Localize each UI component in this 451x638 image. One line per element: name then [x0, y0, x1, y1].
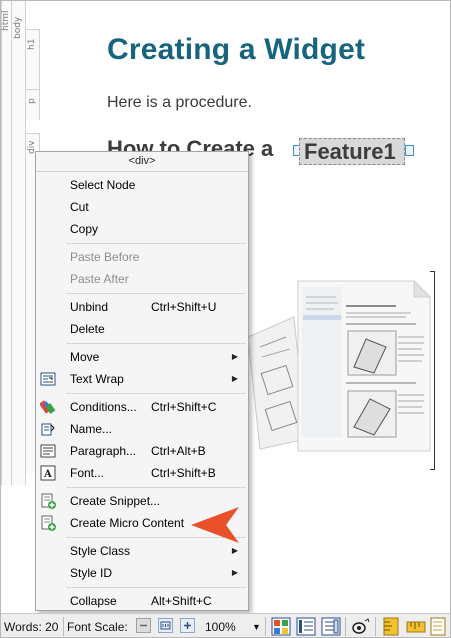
status-bar: Words: 20 Font Scale: 100% ▼: [1, 613, 450, 637]
structure-bar-p-label: p: [27, 98, 37, 104]
status-separator: [345, 617, 346, 636]
menu-item-conditions[interactable]: Conditions... Ctrl+Shift+C: [36, 396, 248, 418]
svg-text:A: A: [43, 469, 52, 480]
menu-label: Create Snippet...: [70, 494, 161, 508]
menu-item-cut[interactable]: Cut: [36, 196, 248, 218]
submenu-arrow-icon: ▶: [231, 568, 238, 577]
variable-feature1[interactable]: Feature1: [299, 138, 405, 165]
menu-label: Paste After: [70, 272, 129, 286]
menu-label: Paragraph...: [70, 444, 137, 458]
create-snippet-icon: [41, 493, 56, 509]
menu-shortcut: Ctrl+Alt+B: [151, 444, 206, 458]
menu-separator: [66, 487, 246, 488]
menu-label: Create Micro Content: [70, 516, 185, 530]
font-scale-increase-button[interactable]: [180, 618, 195, 633]
horizontal-ruler-icon[interactable]: [406, 617, 426, 636]
editor-window: html body h1 p div Creating a Widget Her…: [0, 0, 451, 638]
text-wrap-icon: [40, 372, 56, 386]
context-menu-header: <div>: [36, 152, 248, 172]
menu-label: Unbind: [70, 300, 109, 314]
status-separator: [63, 617, 64, 636]
status-separator: [375, 617, 376, 636]
variable-end-tag[interactable]: [405, 145, 414, 156]
menu-item-move[interactable]: Move ▶: [36, 346, 248, 368]
submenu-arrow-icon: ▶: [231, 352, 238, 361]
menu-item-copy[interactable]: Copy: [36, 218, 248, 240]
menu-item-paste-after: Paste After: [36, 268, 248, 290]
menu-label: Name...: [70, 422, 113, 436]
font-scale-decrease-button[interactable]: [136, 618, 151, 633]
menu-item-paragraph[interactable]: Paragraph... Ctrl+Alt+B: [36, 440, 248, 462]
font-icon: A: [40, 465, 56, 481]
menu-item-text-wrap[interactable]: Text Wrap ▶: [36, 368, 248, 390]
font-scale-label: Font Scale:: [67, 620, 128, 634]
menu-label: Conditions...: [70, 400, 137, 414]
plus-icon: [184, 622, 191, 629]
menu-item-font[interactable]: A Font... Ctrl+Shift+B: [36, 462, 248, 484]
menu-label: Text Wrap: [70, 372, 124, 386]
submenu-arrow-icon: ▶: [231, 374, 238, 383]
menu-label: Move: [70, 350, 100, 364]
structure-bar-h1-label: h1: [27, 38, 37, 50]
menu-item-collapse[interactable]: Collapse Alt+Shift+C: [36, 590, 248, 612]
status-separator: [265, 617, 266, 636]
structure-bar-body-label: body: [13, 16, 23, 39]
structure-bar-html-label: html: [1, 10, 11, 31]
minus-icon: [140, 624, 147, 627]
create-micro-content-icon: [41, 515, 56, 531]
name-icon: [41, 423, 55, 436]
menu-label: Paste Before: [70, 250, 140, 264]
layout-colors-icon[interactable]: [271, 617, 291, 636]
pointer-arrow-icon: [191, 507, 239, 543]
font-scale-reset-button[interactable]: [158, 618, 173, 633]
document-paragraph[interactable]: Here is a procedure.: [107, 94, 252, 112]
structure-bar-h1[interactable]: h1: [25, 29, 40, 90]
menu-shortcut: Alt+Shift+C: [151, 594, 212, 608]
menu-item-name[interactable]: Name...: [36, 418, 248, 440]
menu-separator: [66, 293, 246, 294]
conditions-icon: [40, 400, 56, 414]
menu-label: Style ID: [70, 566, 113, 580]
menu-separator: [66, 243, 246, 244]
menu-label: Font...: [70, 466, 105, 480]
menu-item-delete[interactable]: Delete: [36, 318, 248, 340]
menu-label: Cut: [70, 200, 89, 214]
paragraph-icon: [40, 444, 56, 458]
zoom-dropdown-icon[interactable]: ▼: [252, 622, 261, 632]
menu-shortcut: Ctrl+Shift+C: [151, 400, 217, 414]
structure-bar-p[interactable]: p: [25, 89, 40, 120]
menu-item-paste-before: Paste Before: [36, 246, 248, 268]
font-scale-reset-icon: [160, 621, 171, 630]
menu-separator: [66, 393, 246, 394]
menu-item-select-node[interactable]: Select Node: [36, 174, 248, 196]
ruler-icon[interactable]: [381, 617, 401, 636]
zoom-level[interactable]: 100%: [205, 620, 236, 634]
menu-label: Style Class: [70, 544, 131, 558]
menu-separator: [66, 343, 246, 344]
menu-item-unbind[interactable]: Unbind Ctrl+Shift+U: [36, 296, 248, 318]
page-icon[interactable]: [429, 617, 449, 636]
menu-label: Copy: [70, 222, 99, 236]
menu-item-style-id[interactable]: Style ID ▶: [36, 562, 248, 584]
structure-bar-body[interactable]: body: [11, 1, 26, 485]
preview-icon[interactable]: [351, 617, 371, 636]
document-title[interactable]: Creating a Widget: [107, 33, 365, 67]
menu-shortcut: Ctrl+Shift+U: [151, 300, 217, 314]
word-count: Words: 20: [4, 620, 59, 634]
show-structure-bars-icon[interactable]: [296, 617, 316, 636]
menu-label: Select Node: [70, 178, 136, 192]
menu-label: Collapse: [70, 594, 117, 608]
menu-label: Delete: [70, 322, 105, 336]
menu-separator: [66, 587, 246, 588]
menu-shortcut: Ctrl+Shift+B: [151, 466, 216, 480]
show-markers-icon[interactable]: [321, 617, 341, 636]
document-image[interactable]: [246, 277, 431, 452]
